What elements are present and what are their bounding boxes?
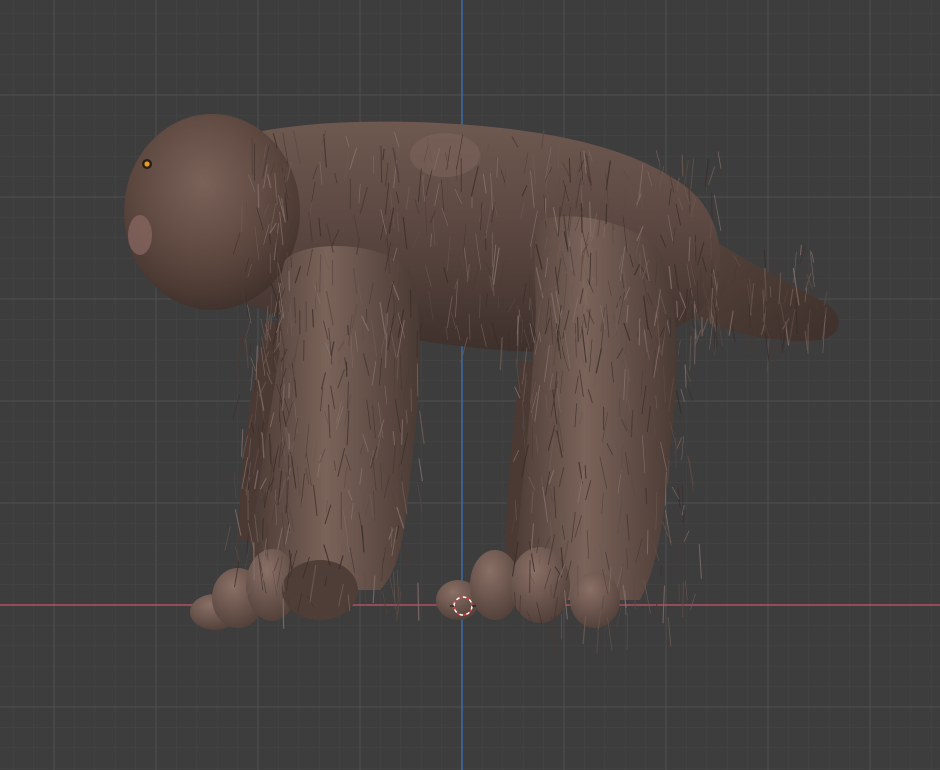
fur-strand [713,194,722,231]
fur-strand [241,429,244,457]
front-right-leg [510,216,677,600]
fur-strand [605,203,608,224]
fur-strand [708,165,716,185]
fur-strand [234,473,237,499]
fur-strand [347,325,349,336]
viewport-canvas[interactable] [0,0,940,770]
fur-strand [249,344,252,356]
fur-strand [550,616,552,637]
fur-strand [257,183,260,208]
fur-strand [245,538,252,568]
fur-strand [686,385,694,402]
fur-strand [250,366,254,392]
fur-strand [680,388,685,402]
fur-strand [567,610,570,639]
fur-strand [681,582,685,618]
fur-strand [687,455,694,485]
fur-strand [417,482,423,512]
fur-strand [417,582,420,621]
fur-strand [232,395,240,420]
fur-strand [811,251,815,263]
fur-strand [818,275,826,290]
fur-strand [676,437,683,449]
fur-strand [711,259,713,271]
fur-strand [393,571,396,609]
3d-viewport[interactable] [0,0,940,770]
fur-strand [529,298,531,311]
fur-strand [232,373,240,390]
fur-strand [580,237,583,256]
fur-strand [579,521,582,535]
fur-strand [714,326,716,351]
fur-strand [580,203,583,233]
fur-strand [654,588,659,624]
fur-strand [240,205,243,233]
fur-strand [694,332,696,365]
fur-strand [700,268,702,301]
floor-grid [0,0,940,770]
fur-strand [396,569,399,598]
fur-strand [698,543,702,579]
fur-strand [684,364,687,388]
fur-strand [558,375,560,392]
fur-strand [676,300,678,318]
fur-strand [643,580,651,614]
fur-strand [553,614,557,653]
fur-strand [690,158,695,190]
fur-strand [626,612,628,651]
fur-strand [660,565,662,577]
snout [128,215,152,255]
fur-strand [638,318,641,346]
fur-strand [681,154,684,176]
fur-strand [250,357,257,372]
fur-strand [262,517,264,541]
fur-strand [717,151,722,169]
fur-strand [224,526,231,551]
fur-strand [618,397,621,418]
fur-strand [683,160,689,189]
furry-creature-model[interactable] [124,114,839,654]
fur-strand [672,535,679,555]
fur-strand [667,616,672,647]
fur-strand [418,410,425,445]
fur-strand [675,390,682,414]
eye-iris [144,161,150,167]
fur-strand [689,335,692,371]
fur-strand [401,542,408,562]
fur-strand [681,485,684,524]
back-highlight [410,133,480,177]
fur-strand [799,244,802,256]
fur-strand [288,382,290,399]
fur-strand [689,593,696,610]
fur-strand [677,328,680,353]
fur-strand [577,316,579,342]
fur-strand [681,435,684,460]
fur-strand [245,340,249,369]
fur-strand [410,388,413,412]
fur-strand [646,530,649,555]
